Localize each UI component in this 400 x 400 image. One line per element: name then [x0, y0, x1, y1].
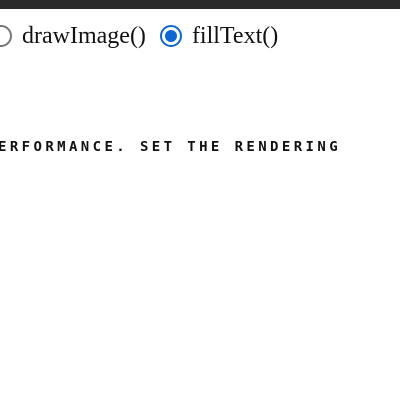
text-canvas: ERFORMANCE. SET THE RENDERING: [0, 60, 400, 400]
drawimage-radio[interactable]: [0, 25, 12, 47]
canvas-scrolling-text: ERFORMANCE. SET THE RENDERING: [0, 140, 342, 155]
drawimage-option[interactable]: drawImage(): [0, 20, 146, 52]
filltext-label[interactable]: fillText(): [192, 20, 278, 52]
filltext-option[interactable]: fillText(): [159, 20, 278, 52]
render-mode-radio-group: drawImage() fillText(): [0, 20, 278, 52]
drawimage-label[interactable]: drawImage(): [22, 20, 146, 52]
page: drawImage() fillText() ERFORMANCE. SET T…: [0, 0, 400, 400]
top-bar: [0, 0, 400, 9]
filltext-radio[interactable]: [159, 25, 182, 47]
